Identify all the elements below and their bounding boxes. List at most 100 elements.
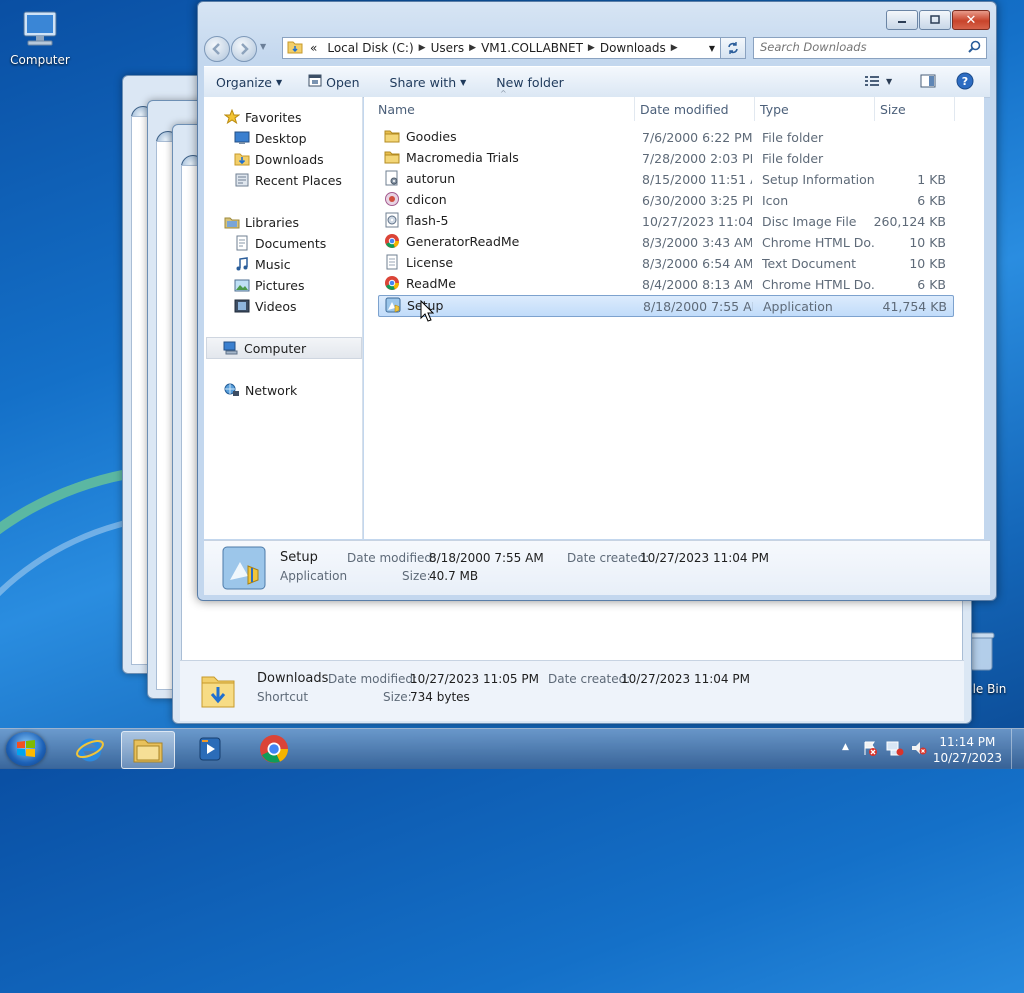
file-name-cell[interactable]: Goodies [384,128,457,144]
file-row[interactable]: Macromedia Trials 7/28/2000 2:03 PM File f… [378,148,952,168]
breadcrumb-item[interactable]: Downloads [595,41,671,55]
explorer-window[interactable]: ✕ ▼ « Local Disk (C:) ▶ Users ▶ VM1.COLL… [197,1,997,601]
file-date-modified: 7/6/2000 6:22 PM [642,130,752,145]
breadcrumb-item[interactable]: VM1.COLLABNET [476,41,588,55]
desktop-icon-label: Computer [10,53,70,67]
taskbar-google-chrome[interactable] [248,731,300,767]
taskbar-media-player[interactable] [184,731,236,767]
search-input[interactable] [754,38,966,56]
open-label: Open [326,74,360,90]
breadcrumb-chevron-icon[interactable]: ▶ [588,43,595,53]
maximize-button[interactable] [919,10,951,30]
clock[interactable]: 11:14 PM 10/27/2023 [933,734,1002,766]
volume-icon[interactable] [910,740,928,759]
chevron-down-icon: ▼ [460,77,467,87]
minimize-button[interactable] [886,10,918,30]
file-row[interactable]: ReadMe 8/4/2000 8:13 AM Chrome HTML Do... 6… [378,274,952,294]
nav-item-documents[interactable]: Documents [234,233,326,253]
file-date-modified: 8/4/2000 8:13 AM [642,277,752,292]
file-type: Application [763,299,833,314]
taskbar-windows-explorer[interactable] [121,731,175,769]
breadcrumb-chevron-icon[interactable]: ▶ [419,43,426,53]
file-name: cdicon [406,191,447,207]
column-header-name[interactable]: Name ^ [378,89,638,121]
column-header-type[interactable]: Type [760,97,870,121]
nav-item-recent-places[interactable]: Recent Places [234,170,342,190]
file-row[interactable]: cdicon 6/30/2000 3:25 PM Icon 6 KB [378,190,952,210]
details-type: Application [280,569,348,583]
back-arrow-icon [212,43,220,55]
nav-item-favorites[interactable]: Favorites [224,107,301,127]
nav-item-libraries[interactable]: Libraries [224,212,299,232]
libraries-icon [224,217,240,229]
column-header-size[interactable]: Size [880,97,950,121]
file-size: 260,124 KB [873,214,946,229]
recent-pages-dropdown[interactable]: ▼ [260,42,266,51]
new-folder-button[interactable]: New folder [496,75,564,90]
breadcrumb-item[interactable]: Local Disk (C:) [322,41,418,55]
breadcrumb-chevron-icon[interactable]: ▶ [671,43,678,53]
address-dropdown-icon[interactable]: ▼ [709,44,715,53]
nav-item-desktop[interactable]: Desktop [234,128,307,148]
search-box[interactable] [753,37,987,59]
file-row[interactable]: GeneratorReadMe 8/3/2000 3:43 AM Chrome HT… [378,232,952,252]
preview-pane-button[interactable] [920,74,936,91]
nav-item-network[interactable]: Network [224,380,297,400]
nav-item-computer[interactable]: Computer [206,337,362,359]
help-button[interactable]: ? [956,72,974,93]
clock-time: 11:14 PM [939,735,996,749]
network-status-icon[interactable] [886,740,904,759]
column-header-date-modified[interactable]: Date modified [640,97,750,121]
file-name-cell[interactable]: flash-5 [384,212,448,228]
file-name-cell[interactable]: cdicon [384,191,447,207]
taskbar-internet-explorer[interactable] [64,731,116,767]
chrome-html-icon [384,233,400,249]
show-hidden-icons-button[interactable]: ▲ [842,742,849,752]
file-row[interactable]: Setup 8/18/2000 7:55 AM Application 41,754 … [378,295,954,317]
start-button[interactable] [6,732,46,766]
network-icon [224,383,239,396]
share-with-label: Share with [389,74,457,90]
file-name-cell[interactable]: Macromedia Trials [384,149,519,165]
file-row[interactable]: Goodies 7/6/2000 6:22 PM File folder [378,127,952,147]
file-row[interactable]: License 8/3/2000 6:54 AM Text Document 10 K… [378,253,952,273]
show-desktop-button[interactable] [1011,729,1024,769]
file-row[interactable]: flash-5 10/27/2023 11:04 ... Disc Image Fi… [378,211,952,231]
share-with-button[interactable]: Share with ▼ [390,75,467,90]
file-name: flash-5 [406,212,449,228]
forward-button[interactable] [231,36,257,62]
nav-item-pictures[interactable]: Pictures [234,275,305,295]
nav-item-videos[interactable]: Videos [234,296,297,316]
back-button[interactable] [204,36,230,62]
breadcrumb-item[interactable]: Users [426,41,470,55]
file-row[interactable]: autorun 8/15/2000 11:51 AM Setup Informati… [378,169,952,189]
file-name-cell[interactable]: License [384,254,453,270]
breadcrumb-chevron-icon[interactable]: ▶ [469,43,476,53]
shortcut-folder-icon [198,667,238,714]
file-name-cell[interactable]: autorun [384,170,455,186]
details-pane: Setup Application Date modified: 8/18/20… [204,540,990,595]
close-button[interactable]: ✕ [952,10,990,30]
nav-item-downloads[interactable]: Downloads [234,149,324,169]
search-icon[interactable] [968,40,981,56]
file-name-cell[interactable]: GeneratorReadMe [384,233,519,249]
file-name-cell[interactable]: ReadMe [384,275,456,291]
organize-button[interactable]: Organize ▼ [216,75,282,90]
desktop-icon-computer[interactable]: Computer [2,10,78,67]
address-bar[interactable]: « Local Disk (C:) ▶ Users ▶ VM1.COLLABNE… [282,37,722,59]
documents-icon [236,235,248,251]
windows-logo-icon [17,740,35,757]
action-center-flag-icon[interactable] [862,740,878,759]
open-button[interactable]: Open [308,74,360,90]
nav-item-music[interactable]: Music [234,254,291,274]
internet-explorer-icon [76,738,104,762]
text-document-icon [384,254,400,270]
breadcrumb-overflow[interactable]: « [305,41,322,55]
change-view-button[interactable]: ▼ [864,74,892,88]
refresh-button[interactable] [720,37,746,59]
folder-icon [287,40,303,57]
file-type: Chrome HTML Do... [762,235,876,250]
file-name-cell[interactable]: Setup [385,297,443,313]
mouse-cursor-icon [420,299,435,325]
nav-label: Favorites [245,109,302,125]
